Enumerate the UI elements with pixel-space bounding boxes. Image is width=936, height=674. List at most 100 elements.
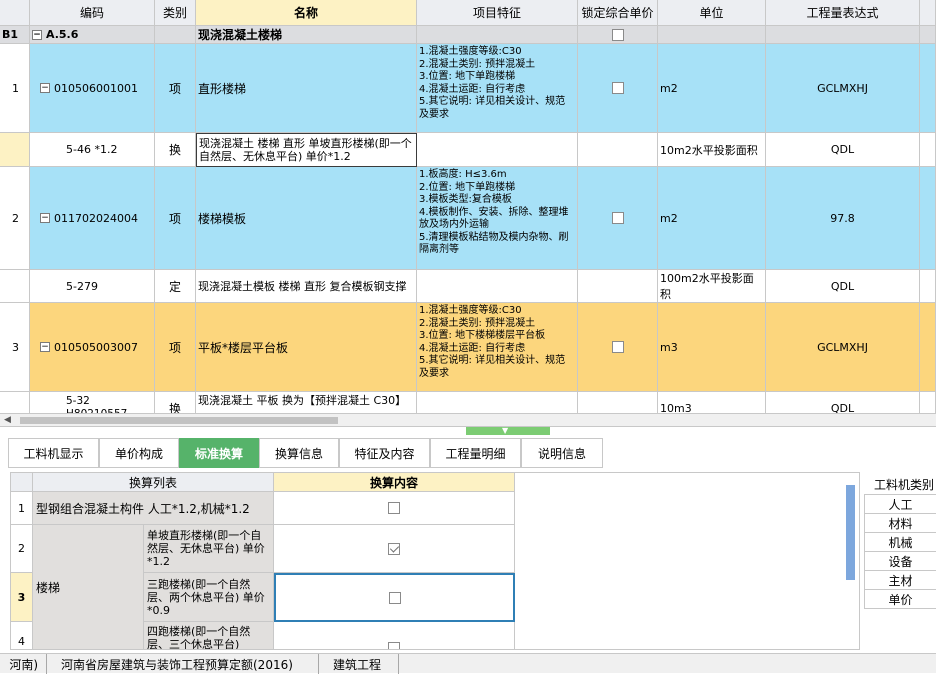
quota-type: 定 <box>155 270 196 303</box>
chevron-down-icon: ▼ <box>502 426 509 435</box>
tab-standard-conversion[interactable]: 标准换算 <box>179 438 259 468</box>
item-type: 项 <box>155 303 196 392</box>
item-name[interactable]: 楼梯模板 <box>196 167 417 270</box>
header-unit[interactable]: 单位 <box>658 0 766 26</box>
item-name[interactable]: 直形楼梯 <box>196 44 417 133</box>
conversion-checkbox[interactable] <box>388 542 400 555</box>
row-number: 3 <box>11 573 33 622</box>
item-features[interactable]: 1.板高度: H≤3.6m 2.位置: 地下单跑楼梯 3.模板类型:复合模板 4… <box>417 167 578 270</box>
conversion-item-text: 三跑楼梯(即一个自然层、两个休息平台) 单价*0.9 <box>144 573 274 622</box>
header-code[interactable]: 编码 <box>30 0 155 26</box>
bill-item-row[interactable]: 3 − 010505003007 项 平板*楼层平台板 1.混凝土强度等级:C3… <box>0 303 936 392</box>
quota-row[interactable]: 5-32 H80210557 80210561 换 现浇混凝土 平板 换为【预拌… <box>0 392 936 413</box>
tab-description[interactable]: 说明信息 <box>521 438 603 468</box>
section-row[interactable]: B1 − A.5.6 现浇混凝土楼梯 <box>0 26 936 44</box>
row-number: 4 <box>11 622 33 649</box>
category-item-unit-price[interactable]: 单价 <box>864 590 936 609</box>
header-lock-price[interactable]: 锁定综合单价 <box>578 0 658 26</box>
lock-cell <box>578 44 658 133</box>
quota-code: 5-46 *1.2 <box>30 133 155 167</box>
category-item-machine[interactable]: 机械 <box>864 533 936 552</box>
collapse-toggle-icon[interactable]: − <box>40 213 50 223</box>
header-conversion-content[interactable]: 换算内容 <box>274 473 515 492</box>
conversion-checkbox-cell <box>274 573 515 622</box>
header-name[interactable]: 名称 <box>196 0 417 26</box>
code-cell: − 010505003007 <box>30 303 155 392</box>
row-number <box>0 270 30 303</box>
quota-type: 换 <box>155 133 196 167</box>
category-item-material[interactable]: 材料 <box>864 514 936 533</box>
tab-price-composition[interactable]: 单价构成 <box>99 438 179 468</box>
row-number: 1 <box>11 492 33 525</box>
status-discipline: 建筑工程 <box>319 654 399 674</box>
quota-unit[interactable]: 10m3 <box>658 392 766 413</box>
quota-unit[interactable]: 10m2水平投影面积 <box>658 133 766 167</box>
quota-code: 5-32 H80210557 80210561 <box>30 392 155 413</box>
quota-name[interactable]: 现浇混凝土 楼梯 直形 单坡直形楼梯(即一个自然层、无休息平台) 单价*1.2 <box>196 133 417 167</box>
conversion-checkbox-cell <box>274 492 515 525</box>
quota-row[interactable]: 5-279 定 现浇混凝土模板 楼梯 直形 复合模板钢支撑 100m2水平投影面… <box>0 270 936 303</box>
item-quantity-expr[interactable]: GCLMXHJ <box>766 44 920 133</box>
lock-price-checkbox[interactable] <box>611 212 624 224</box>
horizontal-scrollbar[interactable]: ◀ <box>0 414 936 427</box>
conversion-checkbox-cell <box>274 525 515 573</box>
item-features[interactable]: 1.混凝土强度等级:C30 2.混凝土类别: 预拌混凝土 3.位置: 地下单跑楼… <box>417 44 578 133</box>
conversion-grid: 换算列表 换算内容 1 型钢组合混凝土构件 人工*1.2,机械*1.2 楼梯 2… <box>10 472 860 650</box>
item-unit[interactable]: m2 <box>658 167 766 270</box>
code-cell: − 010506001001 <box>30 44 155 133</box>
conversion-checkbox[interactable] <box>388 502 400 514</box>
lock-price-checkbox[interactable] <box>611 28 624 41</box>
tab-features-content[interactable]: 特征及内容 <box>339 438 430 468</box>
status-bar: 河南) 河南省房屋建筑与装饰工程预算定额(2016) 建筑工程 <box>0 653 936 674</box>
bill-item-row[interactable]: 1 − 010506001001 项 直形楼梯 1.混凝土强度等级:C30 2.… <box>0 44 936 133</box>
tab-conversion-info[interactable]: 换算信息 <box>259 438 339 468</box>
scroll-left-arrow-icon[interactable]: ◀ <box>4 415 11 425</box>
quota-quantity-expr[interactable]: QDL <box>766 133 920 167</box>
collapse-toggle-icon[interactable]: − <box>40 83 50 93</box>
vertical-scrollbar-thumb[interactable] <box>846 485 855 580</box>
item-unit[interactable]: m3 <box>658 303 766 392</box>
header-type[interactable]: 类别 <box>155 0 196 26</box>
quota-name[interactable]: 现浇混凝土模板 楼梯 直形 复合模板钢支撑 <box>196 270 417 303</box>
conversion-checkbox[interactable] <box>388 642 400 649</box>
header-conversion-list[interactable]: 换算列表 <box>33 473 274 492</box>
quota-quantity-expr[interactable]: QDL <box>766 392 920 413</box>
quota-features <box>417 133 578 167</box>
header-quantity-expr[interactable]: 工程量表达式 <box>766 0 920 26</box>
item-quantity-expr[interactable]: GCLMXHJ <box>766 303 920 392</box>
header-row-number <box>0 0 30 26</box>
lock-price-checkbox[interactable] <box>611 341 624 353</box>
status-region: 河南) <box>0 654 47 674</box>
item-features[interactable]: 1.混凝土强度等级:C30 2.混凝土类别: 预拌混凝土 3.位置: 地下楼梯楼… <box>417 303 578 392</box>
conversion-checkbox-cell <box>274 622 515 649</box>
tab-quantity-details[interactable]: 工程量明细 <box>430 438 521 468</box>
section-code-cell: − A.5.6 <box>30 26 155 44</box>
bill-item-row[interactable]: 2 − 011702024004 项 楼梯模板 1.板高度: H≤3.6m 2.… <box>0 167 936 270</box>
category-item-labor[interactable]: 人工 <box>864 495 936 514</box>
resource-category-panel: 工料机类别 人工 材料 机械 设备 主材 单价 <box>864 475 936 620</box>
lock-price-checkbox[interactable] <box>611 82 624 94</box>
category-item-equipment[interactable]: 设备 <box>864 552 936 571</box>
quota-unit[interactable]: 100m2水平投影面积 <box>658 270 766 303</box>
quota-row[interactable]: 5-46 *1.2 换 现浇混凝土 楼梯 直形 单坡直形楼梯(即一个自然层、无休… <box>0 133 936 167</box>
row-number <box>0 392 30 413</box>
tab-labor-material-machine[interactable]: 工料机显示 <box>8 438 99 468</box>
row-number: 2 <box>11 525 33 573</box>
collapse-toggle-icon[interactable]: − <box>40 342 50 352</box>
item-name[interactable]: 平板*楼层平台板 <box>196 303 417 392</box>
quota-name[interactable]: 现浇混凝土 平板 换为【预拌混凝土 C30】 <box>196 392 417 413</box>
quota-quantity-expr[interactable]: QDL <box>766 270 920 303</box>
panel-splitter-handle[interactable]: ▼ <box>466 426 550 435</box>
row-number: 1 <box>0 44 30 133</box>
header-features[interactable]: 项目特征 <box>417 0 578 26</box>
conversion-checkbox[interactable] <box>388 591 401 604</box>
quota-type: 换 <box>155 392 196 413</box>
quota-features <box>417 392 578 413</box>
item-quantity-expr[interactable]: 97.8 <box>766 167 920 270</box>
item-type: 项 <box>155 167 196 270</box>
item-unit[interactable]: m2 <box>658 44 766 133</box>
code-cell: − 011702024004 <box>30 167 155 270</box>
scrollbar-thumb[interactable] <box>20 417 338 424</box>
collapse-toggle-icon[interactable]: − <box>32 29 42 40</box>
category-item-main-material[interactable]: 主材 <box>864 571 936 590</box>
